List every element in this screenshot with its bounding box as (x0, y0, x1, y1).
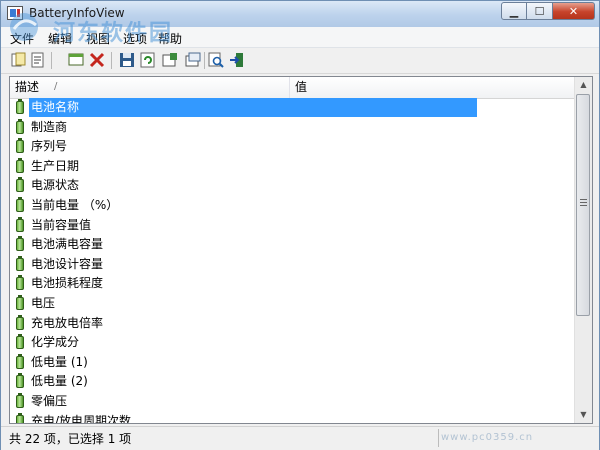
maximize-button[interactable]: ☐ (527, 2, 553, 20)
battery-icon (16, 138, 24, 154)
html-report-icon[interactable] (68, 52, 84, 68)
sort-indicator-icon: / (54, 81, 58, 92)
battery-info-list[interactable]: 描述 / 值 电池名称 制造商 序列号 生产日期 电源状态 当前电量 （%） 当… (9, 76, 593, 424)
battery-icon (16, 236, 24, 252)
maximize-icon: ☐ (534, 4, 545, 18)
list-item[interactable]: 低电量 (1) (10, 353, 576, 373)
list-item[interactable]: 电压 (10, 294, 576, 314)
list-item-label: 充电/放电周期次数 (31, 413, 132, 424)
list-item-label: 低电量 (2) (31, 374, 88, 389)
toolbar-separator (111, 52, 112, 69)
list-item-label: 当前容量值 (31, 217, 92, 232)
save-icon[interactable] (119, 52, 135, 68)
battery-icon (16, 118, 24, 134)
close-icon: ✕ (568, 4, 579, 18)
list-item[interactable]: 当前容量值 (10, 216, 576, 236)
toolbar (1, 48, 599, 74)
window-controls: ▁ ☐ ✕ (501, 2, 595, 21)
delete-icon[interactable] (89, 52, 105, 68)
list-item-label: 电池损耗程度 (31, 276, 104, 291)
column-header-value[interactable]: 值 (290, 77, 576, 98)
list-item[interactable]: 序列号 (10, 137, 576, 157)
list-item[interactable]: 电池设计容量 (10, 255, 576, 275)
list-item-label: 电池设计容量 (31, 256, 104, 271)
main-window: BatteryInfoView ▁ ☐ ✕ 文件 编辑 视图 选项 帮助 河东软… (0, 0, 600, 450)
battery-icon (16, 99, 24, 114)
refresh-icon[interactable] (140, 52, 156, 68)
close-button[interactable]: ✕ (553, 2, 595, 20)
list-item[interactable]: 制造商 (10, 118, 576, 138)
battery-icon (16, 334, 24, 350)
battery-icon (16, 392, 24, 408)
battery-icon (16, 157, 24, 173)
battery-icon (16, 216, 24, 232)
list-item-label: 生产日期 (31, 158, 80, 173)
column-header-row: 描述 / 值 (10, 77, 576, 99)
list-item[interactable]: 电池损耗程度 (10, 274, 576, 294)
scrollbar-thumb[interactable] (576, 94, 590, 316)
exit-icon[interactable] (229, 52, 245, 68)
list-item[interactable]: 充电/放电周期次数 (10, 412, 576, 424)
status-separator (438, 429, 439, 447)
list-item-label: 当前电量 （%） (31, 197, 119, 212)
export-icon[interactable] (185, 52, 201, 68)
selection-highlight (29, 98, 477, 117)
watermark-url: www.pc0359.cn (441, 432, 534, 443)
minimize-button[interactable]: ▁ (501, 2, 527, 20)
status-text: 共 22 项，已选择 1 项 (9, 432, 132, 446)
minimize-icon: ▁ (509, 4, 519, 18)
battery-icon (16, 275, 24, 291)
list-item-label: 零偏压 (31, 393, 68, 408)
list-item[interactable]: 电池满电容量 (10, 235, 576, 255)
battery-icon (16, 314, 24, 330)
battery-icon (16, 412, 24, 423)
list-item-label: 电池名称 (29, 98, 82, 117)
battery-icon (16, 177, 24, 193)
list-item-label: 化学成分 (31, 335, 80, 350)
battery-icon (16, 255, 24, 271)
list-item[interactable]: 充电放电倍率 (10, 314, 576, 334)
list-item-label: 电池满电容量 (31, 237, 104, 252)
search-icon[interactable] (208, 52, 224, 68)
vertical-scrollbar[interactable]: ▲ ▼ (574, 77, 592, 423)
column-header-description-label: 描述 (15, 80, 40, 94)
list-item[interactable]: 电池名称 (10, 98, 576, 118)
list-item-label: 制造商 (31, 119, 68, 134)
list-item[interactable]: 低电量 (2) (10, 372, 576, 392)
list-item[interactable]: 当前电量 （%） (10, 196, 576, 216)
list-item-label: 电源状态 (31, 178, 80, 193)
column-header-description[interactable]: 描述 / (10, 77, 290, 98)
list-item-label: 电压 (31, 295, 56, 310)
copy-icon[interactable] (11, 52, 27, 68)
toolbar-separator (51, 52, 52, 69)
watermark-text: 河东软件园 (53, 21, 174, 46)
properties-icon[interactable] (30, 52, 46, 68)
battery-icon (16, 294, 24, 310)
list-item[interactable]: 电源状态 (10, 176, 576, 196)
battery-icon (16, 353, 24, 369)
log-icon[interactable] (162, 52, 178, 68)
list-item[interactable]: 零偏压 (10, 392, 576, 412)
list-item-label: 充电放电倍率 (31, 315, 104, 330)
list-rows: 电池名称 制造商 序列号 生产日期 电源状态 当前电量 （%） 当前容量值 电池… (10, 98, 576, 424)
battery-icon (16, 196, 24, 212)
list-item-label: 低电量 (1) (31, 354, 88, 369)
watermark-logo-icon (10, 13, 38, 41)
list-item[interactable]: 化学成分 (10, 333, 576, 353)
status-bar: 共 22 项，已选择 1 项 www.pc0359.cn (1, 426, 599, 450)
grip-icon (580, 199, 587, 207)
list-item-label: 序列号 (31, 139, 68, 154)
scroll-down-icon[interactable]: ▼ (577, 408, 590, 422)
column-header-value-label: 值 (295, 80, 308, 94)
list-item[interactable]: 生产日期 (10, 157, 576, 177)
toolbar-separator (204, 52, 205, 69)
battery-icon (16, 373, 24, 389)
scroll-up-icon[interactable]: ▲ (577, 78, 590, 92)
